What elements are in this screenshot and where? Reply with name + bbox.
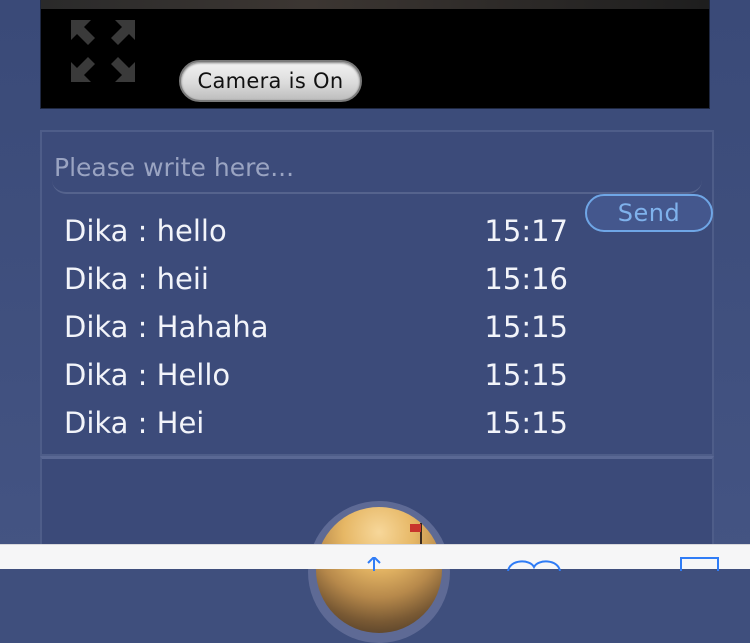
message-row: Dika : heii 15:16: [62, 262, 572, 310]
message-input[interactable]: [52, 142, 702, 194]
message-row: Dika : Hei 15:15: [62, 406, 572, 454]
flag-icon: [410, 524, 421, 532]
video-feed: [41, 0, 709, 9]
message-row: Dika : Hahaha 15:15: [62, 310, 572, 358]
message-time: 15:15: [484, 358, 568, 392]
message-text: Dika : Hello: [64, 358, 231, 392]
message-list: Dika : hello 15:17 Dika : heii 15:16 Dik…: [62, 214, 572, 454]
message-time: 15:15: [484, 310, 568, 344]
chat-panel: Send Dika : hello 15:17 Dika : heii 15:1…: [40, 130, 714, 456]
message-text: Dika : Hahaha: [64, 310, 269, 344]
message-row: Dika : hello 15:17: [62, 214, 572, 262]
send-button[interactable]: Send: [585, 194, 713, 232]
profile-panel: [40, 456, 714, 643]
message-text: Dika : Hei: [64, 406, 205, 440]
camera-toggle-button[interactable]: Camera is On: [179, 60, 362, 102]
message-time: 15:15: [484, 406, 568, 440]
browser-toolbar: [0, 544, 750, 571]
avatar[interactable]: [308, 501, 450, 643]
message-row: Dika : Hello 15:15: [62, 358, 572, 406]
fullscreen-icon[interactable]: [69, 18, 137, 84]
message-text: Dika : hello: [64, 214, 227, 248]
message-time: 15:17: [484, 214, 568, 248]
message-time: 15:16: [484, 262, 568, 296]
message-text: Dika : heii: [64, 262, 209, 296]
video-panel: Camera is On: [40, 0, 710, 109]
